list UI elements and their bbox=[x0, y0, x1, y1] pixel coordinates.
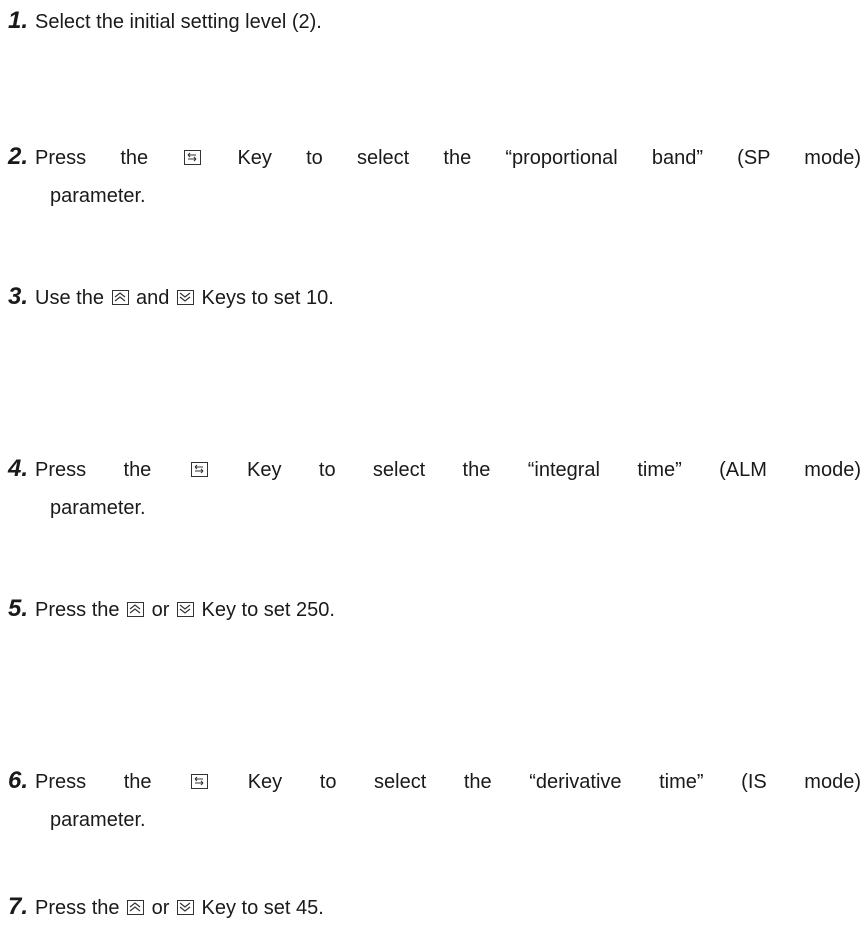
step-line: 7. Press the or Key to set 45. bbox=[8, 888, 861, 927]
step-line: 4. Press the Key to select the “integral … bbox=[8, 450, 861, 489]
up-key-icon bbox=[127, 900, 145, 915]
step-text: or bbox=[146, 599, 175, 621]
step-number: 6. bbox=[8, 767, 29, 794]
mode-key-icon bbox=[191, 774, 209, 789]
mode-key-icon bbox=[190, 462, 208, 477]
up-key-icon bbox=[111, 290, 129, 305]
step-continuation: parameter. bbox=[50, 185, 146, 207]
step-5: 5. Press the or Key to set 250. bbox=[8, 590, 861, 629]
step-line: 1. Select the initial setting level (2). bbox=[8, 2, 861, 41]
step-number: 4. bbox=[8, 455, 29, 482]
step-text: and bbox=[130, 287, 175, 309]
step-number: 7. bbox=[8, 893, 29, 920]
step-text: or bbox=[146, 897, 175, 919]
step-7: 7. Press the or Key to set 45. bbox=[8, 888, 861, 927]
step-text: Key to select the “integral time” (ALM m… bbox=[209, 459, 861, 481]
step-line: 6. Press the Key to select the “derivativ… bbox=[8, 762, 861, 801]
step-text: Press the bbox=[35, 459, 189, 481]
step-text: Key to select the “proportional band” (S… bbox=[203, 147, 861, 169]
step-number: 2. bbox=[8, 143, 29, 170]
step-2: 2. Press the Key to select the “proportio… bbox=[8, 138, 861, 215]
step-number: 5. bbox=[8, 595, 29, 622]
step-line: 5. Press the or Key to set 250. bbox=[8, 590, 861, 629]
step-text: Press the bbox=[35, 599, 126, 621]
step-text: Select the initial setting level (2). bbox=[35, 11, 322, 33]
step-text: Press the bbox=[35, 771, 190, 793]
step-1: 1. Select the initial setting level (2). bbox=[8, 2, 861, 41]
step-continuation: parameter. bbox=[50, 497, 146, 519]
step-text: Key to set 250. bbox=[195, 599, 335, 621]
step-6: 6. Press the Key to select the “derivativ… bbox=[8, 762, 861, 839]
step-number: 1. bbox=[8, 7, 29, 34]
step-text: Key to select the “derivative time” (IS … bbox=[210, 771, 861, 793]
down-key-icon bbox=[176, 602, 194, 617]
step-text: Keys to set 10. bbox=[195, 287, 334, 309]
step-number: 3. bbox=[8, 283, 29, 310]
step-text: Key to set 45. bbox=[195, 897, 324, 919]
step-line: 2. Press the Key to select the “proportio… bbox=[8, 138, 861, 177]
step-4: 4. Press the Key to select the “integral … bbox=[8, 450, 861, 527]
step-text: Press the bbox=[35, 897, 126, 919]
down-key-icon bbox=[176, 290, 194, 305]
mode-key-icon bbox=[184, 150, 202, 165]
step-text: Use the bbox=[35, 287, 110, 309]
step-continuation: parameter. bbox=[50, 809, 146, 831]
up-key-icon bbox=[127, 602, 145, 617]
step-line: 3. Use the and Keys to set 10. bbox=[8, 278, 861, 317]
step-text: Press the bbox=[35, 147, 183, 169]
step-3: 3. Use the and Keys to set 10. bbox=[8, 278, 861, 317]
down-key-icon bbox=[176, 900, 194, 915]
